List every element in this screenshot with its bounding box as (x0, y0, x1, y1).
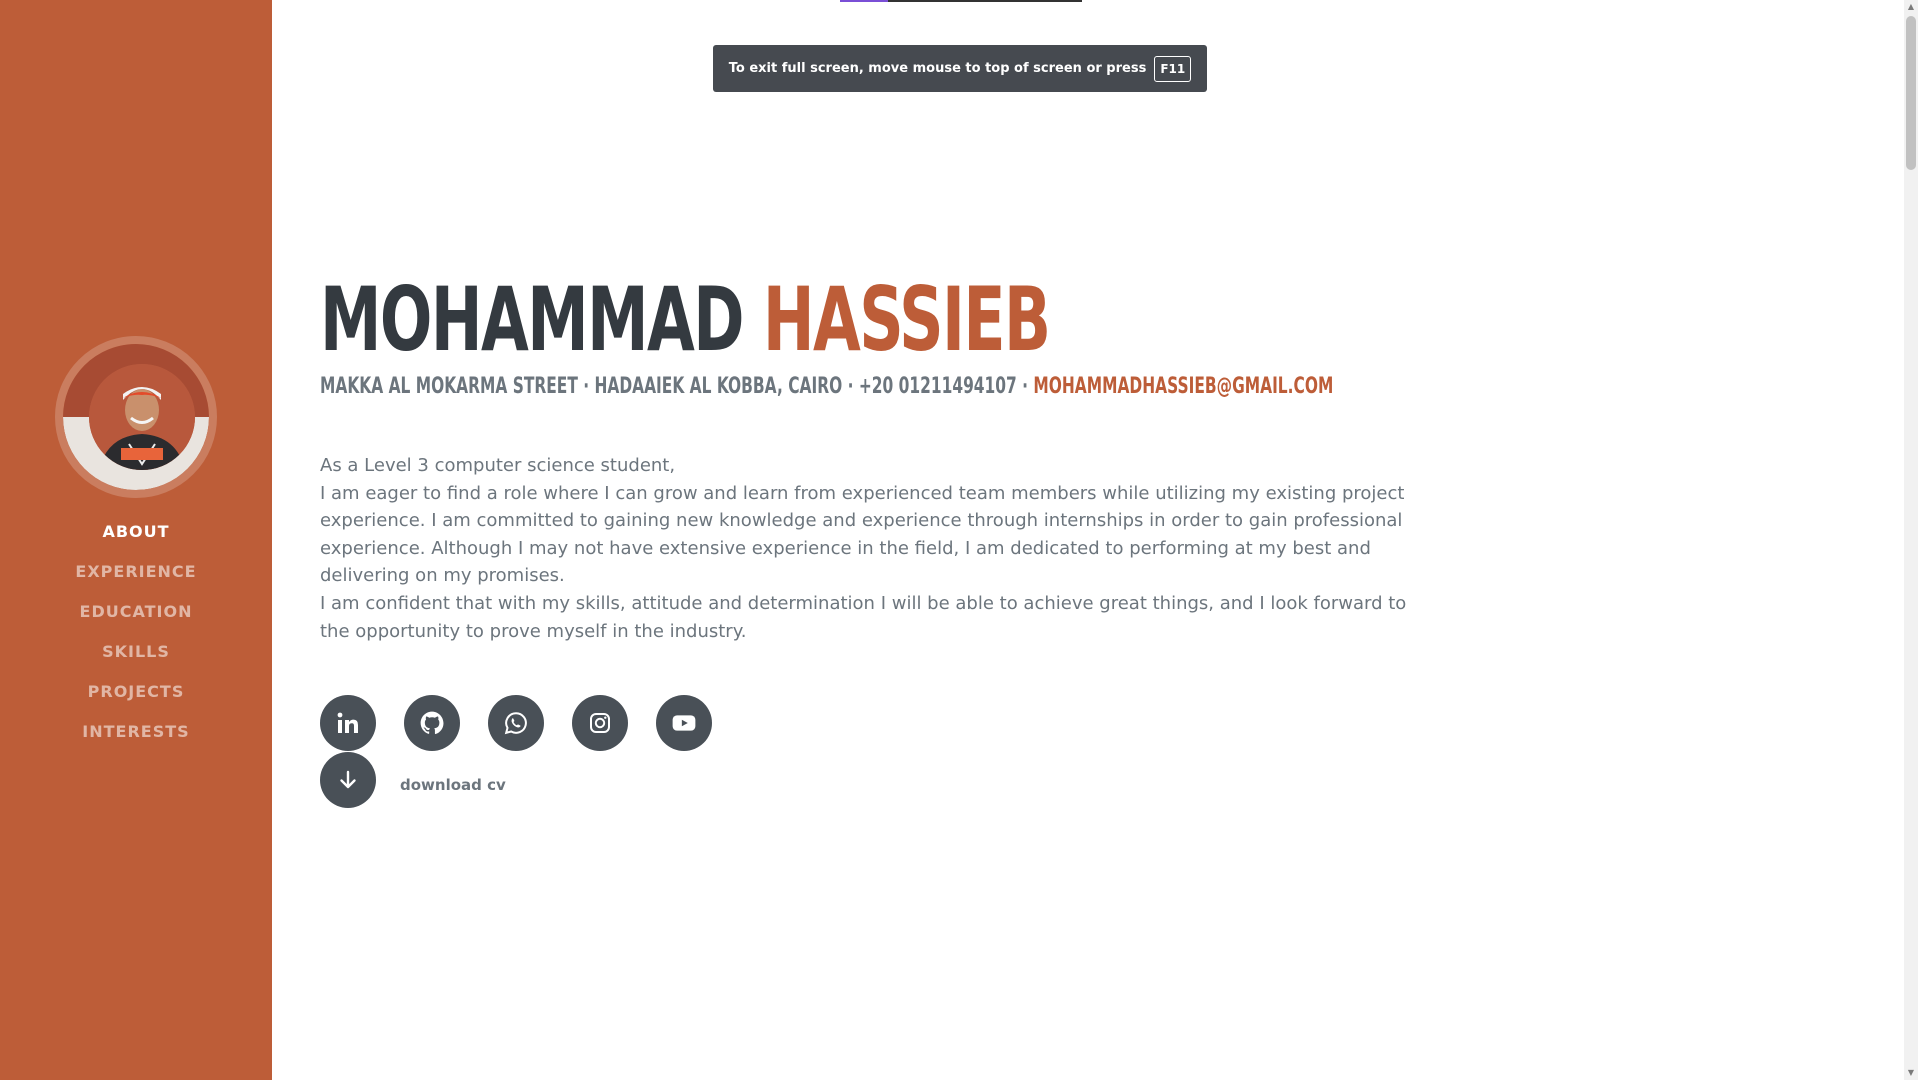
whatsapp-icon (504, 712, 527, 735)
github-button[interactable] (404, 695, 460, 751)
vertical-scrollbar[interactable]: ▲ ▼ (1904, 0, 1918, 1080)
avatar (55, 336, 217, 498)
nav-item-skills[interactable]: SKILLS (0, 640, 272, 680)
github-icon (420, 711, 444, 735)
about-text: As a Level 3 computer science student, I… (320, 452, 1420, 645)
youtube-icon (672, 715, 696, 731)
social-icons (320, 695, 712, 751)
fullscreen-notice: To exit full screen, move mouse to top o… (713, 45, 1207, 92)
sidebar: ABOUT EXPERIENCE EDUCATION SKILLS PROJEC… (0, 0, 272, 1080)
nav-item-projects[interactable]: PROJECTS (0, 680, 272, 720)
linkedin-icon (337, 712, 358, 733)
nav-item-about[interactable]: ABOUT (0, 520, 272, 560)
nav-item-education[interactable]: EDUCATION (0, 600, 272, 640)
scrollbar-thumb[interactable] (1906, 16, 1916, 170)
scroll-up-arrow-icon[interactable]: ▲ (1904, 0, 1918, 14)
about-paragraph-1: As a Level 3 computer science student, (320, 455, 676, 476)
first-name: MOHAMMAD (320, 268, 745, 371)
instagram-button[interactable] (572, 695, 628, 751)
whatsapp-button[interactable] (488, 695, 544, 751)
linkedin-button[interactable] (320, 695, 376, 751)
about-paragraph-2: I am eager to find a role where I can gr… (320, 482, 1405, 587)
top-progress-bar (840, 0, 1082, 2)
scroll-down-arrow-icon[interactable]: ▼ (1904, 1066, 1918, 1080)
profile-photo (89, 364, 195, 470)
download-cv-button[interactable] (320, 752, 376, 808)
about-paragraph-3: I am confident that with my skills, atti… (320, 592, 1407, 642)
instagram-icon (590, 713, 610, 733)
fullscreen-notice-text: To exit full screen, move mouse to top o… (728, 61, 1147, 76)
youtube-button[interactable] (656, 695, 712, 751)
last-name: HASSIEB (762, 268, 1051, 371)
email-link[interactable]: MOHAMMADHASSIEB@GMAIL.COM (1033, 374, 1333, 399)
f11-key-badge: F11 (1154, 55, 1192, 82)
arrow-down-icon (340, 770, 356, 789)
nav-item-interests[interactable]: INTERESTS (0, 720, 272, 760)
contact-line: MAKKA AL MOKARMA STREET · HADAAIEK AL KO… (320, 374, 1333, 399)
sidebar-nav: ABOUT EXPERIENCE EDUCATION SKILLS PROJEC… (0, 520, 272, 760)
download-cv-label[interactable]: download cv (400, 776, 506, 794)
address-text: MAKKA AL MOKARMA STREET · HADAAIEK AL KO… (320, 374, 1029, 399)
download-cv-row: download cv (320, 752, 506, 808)
nav-item-experience[interactable]: EXPERIENCE (0, 560, 272, 600)
page-title: MOHAMMAD HASSIEB (320, 268, 1051, 371)
